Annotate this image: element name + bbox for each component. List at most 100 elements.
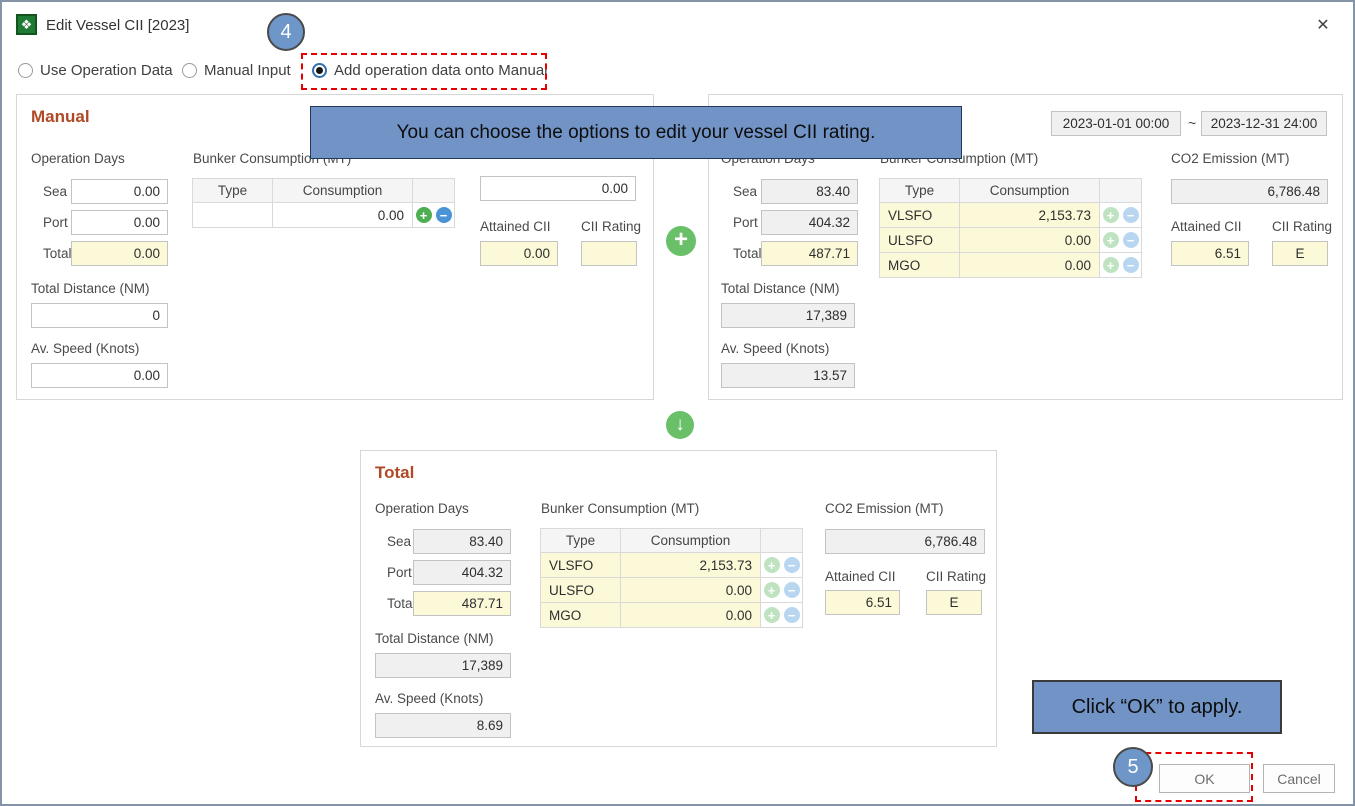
ok-button[interactable]: OK — [1159, 764, 1250, 793]
manual-distance-input[interactable]: 0 — [31, 303, 168, 328]
actions-column-header — [1099, 178, 1142, 203]
attained-cii-label: Attained CII — [480, 219, 551, 234]
consumption-cell[interactable]: 0.00 — [272, 202, 413, 228]
add-row-icon: + — [764, 582, 780, 598]
total-speed-field: 8.69 — [375, 713, 511, 738]
operation-co2-field: 6,786.48 — [1171, 179, 1328, 204]
cii-rating-label: CII Rating — [581, 219, 641, 234]
operation-days-label: Operation Days — [375, 501, 469, 516]
table-row: VLSFO 2,153.73 + − — [541, 553, 803, 578]
radio-circle-icon[interactable] — [18, 63, 33, 78]
consumption-cell: 2,153.73 — [620, 552, 761, 578]
consumption-cell: 0.00 — [959, 252, 1100, 278]
total-distance-label: Total Distance (NM) — [721, 281, 840, 296]
table-row: MGO 0.00 + − — [880, 253, 1142, 278]
remove-row-icon: − — [784, 557, 800, 573]
window-title: Edit Vessel CII [2023] — [46, 17, 189, 34]
remove-row-icon: − — [784, 607, 800, 623]
total-label: Total — [733, 246, 762, 261]
bunker-consumption-label: Bunker Consumption (MT) — [541, 501, 699, 516]
cii-rating-label: CII Rating — [1272, 219, 1332, 234]
manual-total-days-field: 0.00 — [71, 241, 168, 266]
total-cii-rating-field: E — [926, 590, 982, 615]
co2-emission-label: CO2 Emission (MT) — [825, 501, 944, 516]
cancel-button[interactable]: Cancel — [1263, 764, 1335, 793]
total-distance-field: 17,389 — [375, 653, 511, 678]
manual-panel-title: Manual — [31, 107, 90, 127]
add-row-icon: + — [1103, 207, 1119, 223]
total-days-field: 487.71 — [413, 591, 511, 616]
manual-attained-cii-field: 0.00 — [480, 241, 558, 266]
step4-highlight-box — [301, 53, 547, 90]
date-range-tilde: ~ — [1188, 115, 1196, 131]
operation-speed-field: 13.57 — [721, 363, 855, 388]
operation-distance-field: 17,389 — [721, 303, 855, 328]
add-row-icon: + — [764, 607, 780, 623]
total-distance-label: Total Distance (NM) — [375, 631, 494, 646]
result-arrow-down-icon: ↓ — [666, 411, 694, 439]
consumption-column-header: Consumption — [272, 178, 413, 203]
add-row-icon: + — [1103, 232, 1119, 248]
manual-co2-field[interactable]: 0.00 — [480, 176, 636, 201]
table-row: 0.00 + − — [193, 203, 455, 228]
ok-tooltip: Click “OK” to apply. — [1032, 680, 1282, 734]
cii-rating-label: CII Rating — [926, 569, 986, 584]
manual-bunker-table: Type Consumption 0.00 + − — [193, 179, 455, 228]
manual-sea-input[interactable]: 0.00 — [71, 179, 168, 204]
consumption-cell: 0.00 — [620, 602, 761, 628]
remove-row-icon: − — [784, 582, 800, 598]
consumption-column-header: Consumption — [620, 528, 761, 553]
table-row: ULSFO 0.00 + − — [880, 228, 1142, 253]
close-icon[interactable]: ✕ — [1309, 12, 1337, 38]
table-row: ULSFO 0.00 + − — [541, 578, 803, 603]
attained-cii-label: Attained CII — [1171, 219, 1242, 234]
type-column-header: Type — [879, 178, 960, 203]
fuel-type-cell[interactable] — [192, 202, 273, 228]
manual-speed-input[interactable]: 0.00 — [31, 363, 168, 388]
total-co2-field: 6,786.48 — [825, 529, 985, 554]
total-sea-field: 83.40 — [413, 529, 511, 554]
type-column-header: Type — [192, 178, 273, 203]
co2-emission-label: CO2 Emission (MT) — [1171, 151, 1290, 166]
sea-label: Sea — [43, 184, 67, 199]
manual-cii-rating-field — [581, 241, 637, 266]
date-to-field: 2023-12-31 24:00 — [1201, 111, 1327, 136]
edit-vessel-cii-dialog: ❖ Edit Vessel CII [2023] ✕ Use Operation… — [0, 0, 1355, 806]
avg-speed-label: Av. Speed (Knots) — [721, 341, 829, 356]
consumption-column-header: Consumption — [959, 178, 1100, 203]
table-row: MGO 0.00 + − — [541, 603, 803, 628]
avg-speed-label: Av. Speed (Knots) — [31, 341, 139, 356]
step4-badge: 4 — [267, 13, 305, 51]
options-tooltip: You can choose the options to edit your … — [310, 106, 962, 159]
fuel-type-cell: MGO — [879, 252, 960, 278]
port-label: Port — [43, 215, 68, 230]
fuel-type-cell: ULSFO — [879, 227, 960, 253]
operation-port-field: 404.32 — [761, 210, 858, 235]
operation-bunker-table: Type Consumption VLSFO 2,153.73 + − ULSF… — [880, 179, 1142, 278]
remove-row-icon: − — [1123, 207, 1139, 223]
remove-row-icon[interactable]: − — [436, 207, 452, 223]
total-port-field: 404.32 — [413, 560, 511, 585]
add-row-icon[interactable]: + — [416, 207, 432, 223]
total-label: Total — [387, 596, 416, 611]
attained-cii-label: Attained CII — [825, 569, 896, 584]
step5-badge: 5 — [1113, 747, 1153, 787]
fuel-type-cell: MGO — [540, 602, 621, 628]
radio-label: Use Operation Data — [40, 62, 173, 79]
radio-manual-input[interactable]: Manual Input — [182, 62, 291, 79]
fuel-type-cell: VLSFO — [540, 552, 621, 578]
add-row-icon: + — [764, 557, 780, 573]
operation-total-days-field: 487.71 — [761, 241, 858, 266]
total-bunker-table: Type Consumption VLSFO 2,153.73 + − ULSF… — [541, 529, 803, 628]
consumption-cell: 0.00 — [959, 227, 1100, 253]
sea-label: Sea — [733, 184, 757, 199]
type-column-header: Type — [540, 528, 621, 553]
actions-column-header — [760, 528, 803, 553]
total-panel-title: Total — [375, 463, 414, 483]
date-from-field: 2023-01-01 00:00 — [1051, 111, 1181, 136]
radio-use-operation-data[interactable]: Use Operation Data — [18, 62, 173, 79]
total-distance-label: Total Distance (NM) — [31, 281, 150, 296]
total-attained-cii-field: 6.51 — [825, 590, 900, 615]
radio-circle-icon[interactable] — [182, 63, 197, 78]
manual-port-input[interactable]: 0.00 — [71, 210, 168, 235]
